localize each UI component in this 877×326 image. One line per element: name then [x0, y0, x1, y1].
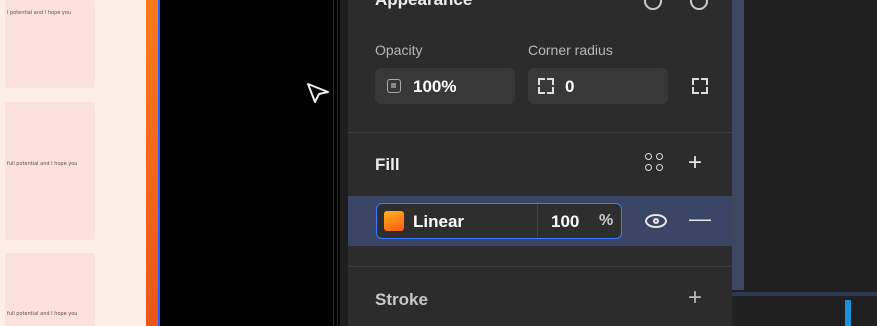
opacity-value: 100% [413, 77, 457, 96]
appearance-title: Appearance [375, 0, 472, 10]
gradient-swatch[interactable] [384, 211, 404, 231]
corner-radius-icon [538, 78, 554, 94]
add-fill-icon[interactable]: + [688, 151, 702, 175]
panel-divider [337, 0, 338, 326]
fill-type[interactable]: Linear [413, 212, 464, 232]
canvas-background[interactable] [160, 0, 335, 326]
remove-fill-icon[interactable]: — [689, 207, 711, 231]
right-blue-indicator [845, 300, 851, 326]
fill-input[interactable]: Linear 100 % [376, 203, 622, 239]
fill-opacity-value[interactable]: 100 [551, 212, 579, 232]
canvas-card[interactable]: full potential and I hope you [5, 102, 95, 240]
card-text: full potential and I hope you [7, 311, 78, 317]
section-divider [348, 266, 732, 267]
fill-percent-symbol: % [599, 212, 614, 229]
right-ruler-strip [732, 0, 744, 290]
opacity-label: Opacity [375, 42, 423, 58]
properties-panel: Appearance Opacity Corner radius 100% 0 … [348, 0, 732, 326]
fill-layer-row[interactable]: Linear 100 % — [348, 196, 732, 246]
opacity-icon [387, 79, 401, 93]
add-stroke-icon[interactable]: + [688, 286, 702, 310]
card-text: l potential and I hope you [7, 10, 72, 16]
cursor-icon [307, 83, 329, 103]
appearance-section: Appearance Opacity Corner radius 100% 0 [348, 0, 732, 132]
corner-radius-label: Corner radius [528, 42, 613, 58]
visibility-icon[interactable] [644, 0, 662, 10]
section-divider [348, 132, 732, 133]
info-icon[interactable] [690, 0, 708, 10]
canvas-card[interactable]: l potential and I hope you [5, 0, 95, 88]
corner-radius-value: 0 [565, 77, 575, 96]
right-canvas-area [732, 0, 877, 326]
eye-icon[interactable] [645, 214, 667, 228]
right-bottom-line [732, 292, 877, 296]
fill-separator [537, 204, 538, 237]
opacity-input[interactable]: 100% [375, 68, 515, 104]
canvas-card[interactable]: full potential and I hope you [5, 253, 95, 326]
panel-divider [333, 0, 334, 326]
panel-edge [340, 0, 348, 326]
fill-title: Fill [375, 155, 400, 174]
styles-grid-icon[interactable] [645, 153, 665, 173]
stroke-title: Stroke [375, 290, 428, 309]
corner-radius-input[interactable]: 0 [528, 68, 668, 104]
selected-gradient-shape[interactable] [146, 0, 158, 326]
canvas-artboard[interactable]: l potential and I hope you full potentia… [0, 0, 146, 326]
card-text: full potential and I hope you [7, 161, 78, 167]
independent-corners-icon[interactable] [692, 78, 708, 94]
